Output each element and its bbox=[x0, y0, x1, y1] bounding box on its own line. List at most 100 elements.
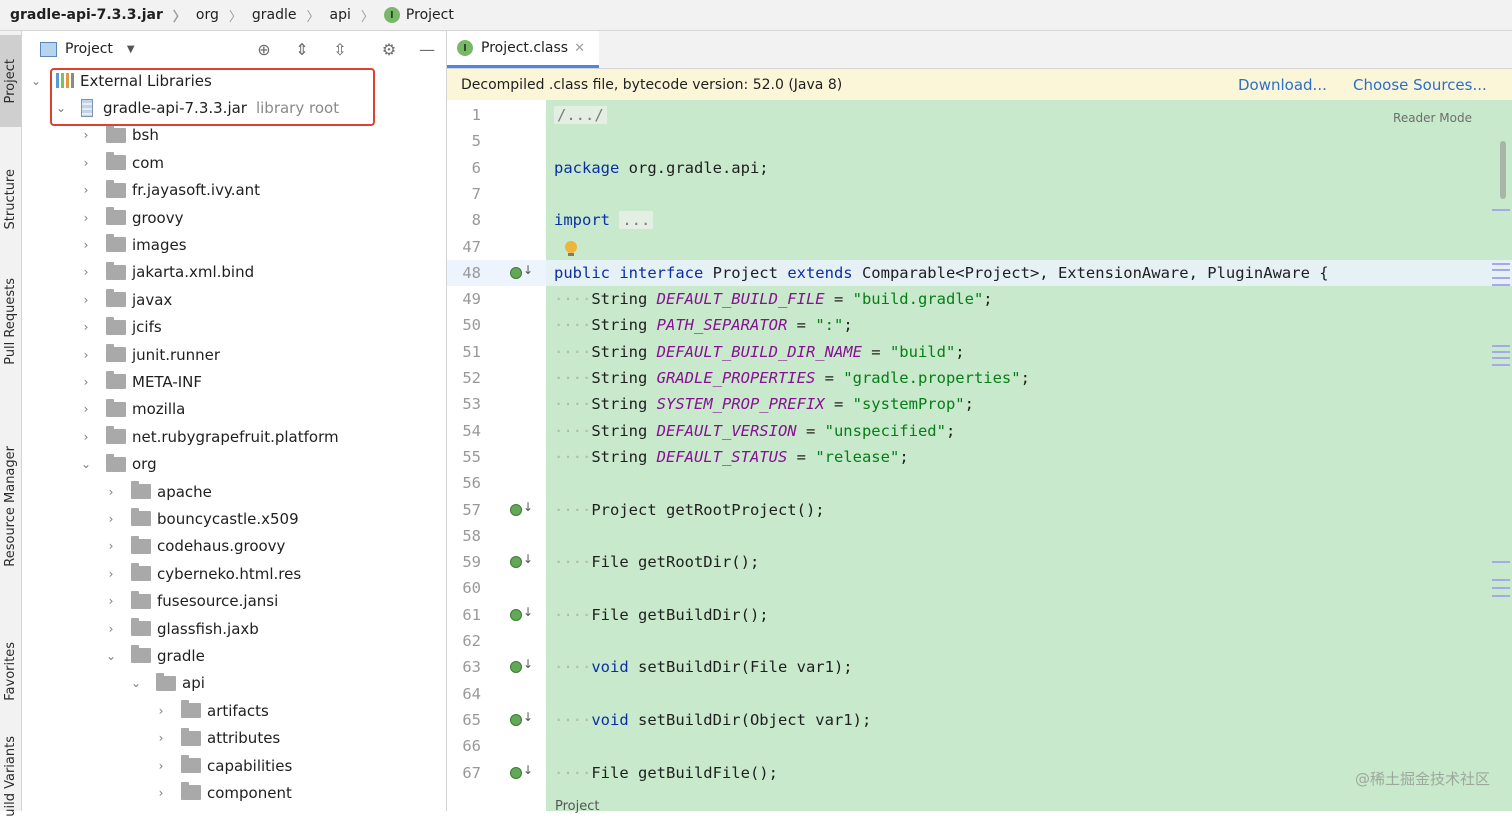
chevron-right-icon[interactable]: › bbox=[105, 539, 117, 553]
implemented-marker-icon[interactable] bbox=[510, 710, 533, 726]
line-number: 51 bbox=[462, 342, 481, 361]
chevron-right-icon[interactable]: › bbox=[155, 704, 167, 718]
reader-mode-toggle[interactable]: Reader Mode bbox=[1393, 111, 1472, 125]
tool-window-tab-label: Favorites bbox=[3, 641, 18, 701]
code-line: 47 bbox=[447, 234, 1512, 260]
code-line: 66 bbox=[447, 733, 1512, 759]
chevron-right-icon[interactable]: › bbox=[80, 183, 92, 197]
code-line: 7 bbox=[447, 181, 1512, 207]
folder-icon bbox=[131, 535, 151, 554]
constant-token: DEFAULT_STATUS bbox=[656, 447, 788, 466]
close-icon[interactable]: ✕ bbox=[574, 41, 585, 56]
tree-node[interactable]: › mozilla bbox=[22, 396, 504, 423]
tree-node[interactable]: › jakarta.xml.bind bbox=[22, 259, 504, 286]
chevron-right-icon[interactable]: › bbox=[105, 567, 117, 581]
tree-node[interactable]: ⌄ org bbox=[22, 451, 504, 478]
tree-node[interactable]: › jcifs bbox=[22, 314, 504, 341]
code-line: 49 ····String DEFAULT_BUILD_FILE = "build… bbox=[447, 286, 1512, 312]
gear-icon[interactable]: ⚙ bbox=[379, 39, 399, 59]
chevron-right-icon[interactable]: › bbox=[80, 211, 92, 225]
chevron-down-icon[interactable]: ⌄ bbox=[80, 457, 92, 471]
project-panel-header: Project ▼ ⊕ ⇕ ⇳ ⚙ — bbox=[22, 31, 446, 67]
code-token: ···· bbox=[554, 369, 592, 387]
chevron-right-icon[interactable]: › bbox=[105, 622, 117, 636]
chevron-right-icon[interactable]: › bbox=[80, 430, 92, 444]
line-number: 62 bbox=[462, 632, 481, 650]
chevron-right-icon[interactable]: › bbox=[80, 402, 92, 416]
chevron-right-icon[interactable]: › bbox=[105, 594, 117, 608]
chevron-right-icon[interactable]: › bbox=[80, 320, 92, 334]
chevron-right-icon[interactable]: › bbox=[80, 128, 92, 142]
tool-window-tab[interactable]: Structure bbox=[0, 139, 21, 259]
tree-node[interactable]: › images bbox=[22, 231, 504, 258]
chevron-down-icon[interactable]: ▼ bbox=[127, 44, 135, 55]
code-token: ···· bbox=[554, 316, 592, 335]
code-text: ····String GRADLE_PROPERTIES = "gradle.p… bbox=[554, 369, 1030, 387]
chevron-down-icon[interactable]: ⌄ bbox=[30, 74, 42, 88]
line-number: 5 bbox=[471, 132, 481, 151]
code-text: ····String DEFAULT_BUILD_FILE = "build.g… bbox=[554, 290, 993, 308]
chevron-right-icon[interactable]: › bbox=[80, 238, 92, 252]
code-line: 5 bbox=[447, 128, 1512, 154]
project-view-icon bbox=[40, 41, 57, 57]
chevron-right-icon[interactable]: › bbox=[155, 786, 167, 800]
code-line: 54 ····String DEFAULT_VERSION = "unspecif… bbox=[447, 418, 1512, 444]
minimize-icon[interactable]: — bbox=[417, 39, 437, 59]
implemented-marker-icon[interactable] bbox=[510, 763, 533, 779]
chevron-down-icon[interactable]: ⌄ bbox=[130, 676, 142, 690]
breadcrumb-item[interactable]: api 〉 bbox=[320, 6, 374, 25]
tree-node[interactable]: › groovy bbox=[22, 204, 504, 231]
chevron-right-icon[interactable]: › bbox=[80, 348, 92, 362]
implemented-marker-icon[interactable] bbox=[510, 605, 533, 621]
folded-region[interactable]: /.../ bbox=[554, 106, 607, 124]
tool-window-tab[interactable]: uild Variants bbox=[0, 736, 21, 816]
code-token: ···· bbox=[554, 658, 592, 677]
chevron-right-icon[interactable]: › bbox=[80, 265, 92, 279]
implemented-marker-icon[interactable] bbox=[510, 263, 533, 279]
choose-sources-link[interactable]: Choose Sources... bbox=[1353, 76, 1487, 94]
breadcrumb-item[interactable]: I Project bbox=[374, 7, 454, 23]
chevron-right-icon[interactable]: › bbox=[155, 731, 167, 745]
breadcrumb-item[interactable]: gradle 〉 bbox=[242, 6, 320, 25]
tool-window-tab[interactable]: Resource Manager bbox=[0, 409, 21, 604]
chevron-right-icon[interactable]: › bbox=[105, 485, 117, 499]
implemented-marker-icon[interactable] bbox=[510, 657, 533, 674]
chevron-right-icon[interactable]: › bbox=[80, 156, 92, 170]
lightbulb-icon[interactable] bbox=[565, 240, 577, 256]
editor-breadcrumb[interactable]: Project bbox=[555, 799, 599, 814]
breadcrumb-item[interactable]: org 〉 bbox=[186, 6, 242, 25]
code-token: = bbox=[824, 290, 853, 309]
tab-project-class[interactable]: I Project.class ✕ bbox=[447, 31, 599, 68]
implemented-marker-icon[interactable] bbox=[510, 500, 533, 516]
scrollbar-thumb[interactable] bbox=[1500, 141, 1506, 199]
project-view-selector[interactable]: Project bbox=[65, 41, 113, 57]
code-line: 6 package org.gradle.api; bbox=[447, 155, 1512, 181]
tree-node[interactable]: › javax bbox=[22, 286, 504, 313]
tree-node-label: capabilities bbox=[207, 756, 293, 775]
tree-node[interactable]: › fr.jayasoft.ivy.ant bbox=[22, 177, 504, 204]
target-icon[interactable]: ⊕ bbox=[254, 39, 274, 59]
chevron-right-icon[interactable]: › bbox=[80, 293, 92, 307]
chevron-down-icon[interactable]: ⌄ bbox=[105, 649, 117, 663]
code-text: ····String SYSTEM_PROP_PREFIX = "systemP… bbox=[554, 395, 974, 413]
download-link[interactable]: Download... bbox=[1238, 76, 1327, 94]
code-token: ···· bbox=[554, 553, 592, 572]
code-token: String bbox=[591, 369, 657, 387]
collapse-all-icon[interactable]: ⇳ bbox=[330, 39, 350, 59]
tree-node[interactable]: › META-INF bbox=[22, 368, 504, 395]
tree-node[interactable]: › junit.runner bbox=[22, 341, 504, 368]
implemented-marker-icon[interactable] bbox=[510, 552, 533, 569]
breadcrumb-label: org bbox=[195, 7, 219, 23]
breadcrumb-item[interactable]: gradle-api-7.3.3.jar 〉 bbox=[0, 6, 186, 25]
tool-window-tab[interactable]: Favorites bbox=[0, 616, 21, 726]
chevron-right-icon[interactable]: › bbox=[155, 759, 167, 773]
tool-window-tab[interactable]: Project bbox=[0, 35, 21, 127]
chevron-right-icon[interactable]: › bbox=[80, 375, 92, 389]
code-token: ···· bbox=[554, 500, 592, 519]
tree-node[interactable]: › net.rubygrapefruit.platform bbox=[22, 423, 504, 450]
chevron-right-icon[interactable]: › bbox=[105, 512, 117, 526]
expand-all-icon[interactable]: ⇕ bbox=[292, 39, 312, 59]
tool-window-tab[interactable]: Pull Requests bbox=[0, 259, 21, 384]
tree-node[interactable]: › com bbox=[22, 149, 504, 176]
folded-region[interactable]: ... bbox=[619, 211, 654, 230]
